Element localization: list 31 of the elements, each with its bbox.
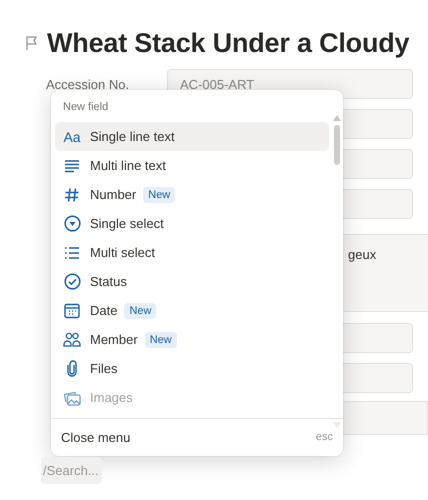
menu-item[interactable]: Multi select [55,238,329,267]
menu-item[interactable]: Multi line text [55,151,329,180]
people-icon [63,332,81,347]
text-format-icon: Aa [63,128,81,144]
close-menu-item[interactable]: Close menu esc [51,418,343,455]
list-icon [64,246,80,260]
menu-item[interactable]: Member New [55,325,329,354]
flag-icon[interactable] [25,35,39,51]
lines-icon [64,158,80,172]
new-badge: New [124,302,156,318]
page-title: Wheat Stack Under a Cloudy [47,28,410,58]
scrollbar[interactable] [334,125,340,165]
hash-icon [64,186,80,202]
new-badge: New [143,186,176,202]
search-field[interactable]: /Search... [41,457,102,484]
check-circle-icon [64,273,80,290]
paperclip-icon [66,360,78,377]
menu-item[interactable]: Status [55,267,329,296]
images-icon [63,390,81,406]
scroll-up-arrow-icon[interactable] [333,115,341,121]
menu-item[interactable]: Files [55,354,329,383]
menu-item[interactable]: Single select [55,209,329,238]
field-label: Accession No. [46,76,130,92]
new-badge: New [144,332,177,348]
menu-item[interactable]: Aa Single line text [55,122,329,151]
menu-item[interactable]: Number New [55,180,329,209]
dropdown-circle-icon [64,215,80,232]
calendar-icon [64,302,80,318]
menu-item[interactable]: Date New [55,296,329,325]
shortcut-hint: esc [316,431,333,443]
menu-header: New field [63,101,108,115]
